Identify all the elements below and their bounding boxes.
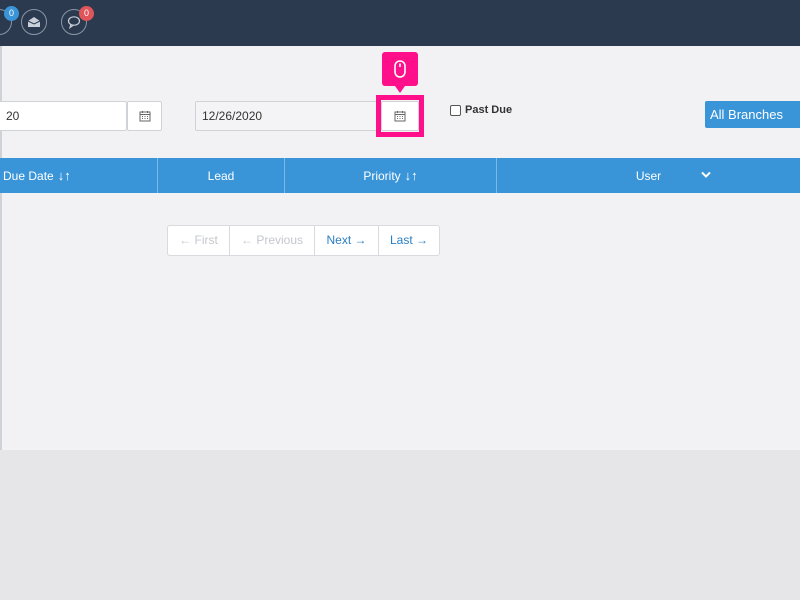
column-user[interactable]: User: [497, 158, 800, 193]
previous-page-button[interactable]: ← Previous: [230, 226, 315, 255]
user-icon[interactable]: 0: [0, 6, 19, 35]
column-priority[interactable]: Priority ↓↑: [285, 158, 497, 193]
click-target-highlight: [376, 95, 424, 137]
chevron-down-icon[interactable]: [701, 171, 711, 179]
inbox-icon[interactable]: [21, 9, 47, 35]
start-date-calendar-button[interactable]: [127, 101, 162, 131]
column-label: Due Date: [3, 168, 54, 183]
branch-select[interactable]: All Branches: [705, 101, 800, 128]
notification-badge: 0: [4, 6, 19, 21]
column-label: Priority: [363, 168, 401, 183]
top-navbar: 0 0: [0, 0, 800, 46]
mouse-click-tooltip: [382, 52, 418, 93]
column-label: Lead: [207, 168, 235, 183]
last-page-button[interactable]: Last →: [379, 226, 439, 255]
past-due-filter[interactable]: Past Due: [450, 104, 512, 116]
column-lead[interactable]: Lead: [158, 158, 285, 193]
mouse-icon: [394, 60, 406, 78]
column-label: User: [635, 168, 662, 183]
column-due-date[interactable]: Due Date ↓↑: [0, 158, 158, 193]
next-page-button[interactable]: Next →: [315, 226, 379, 255]
past-due-label: Past Due: [465, 104, 513, 116]
start-date-input[interactable]: 20: [0, 101, 127, 131]
past-due-checkbox[interactable]: [450, 104, 461, 116]
pagination: ← First ← Previous Next → Last →: [167, 225, 440, 256]
message-badge: 0: [79, 6, 94, 21]
end-date-input[interactable]: 12/26/2020: [195, 101, 381, 131]
inbox-glyph-icon: [27, 17, 41, 27]
calendar-icon: [139, 111, 150, 122]
speech-bubble-icon: [67, 16, 81, 29]
sort-icon[interactable]: ↓↑: [405, 168, 418, 183]
first-page-button[interactable]: ← First: [168, 226, 230, 255]
table-header: Due Date ↓↑ Lead Priority ↓↑ User: [0, 158, 800, 193]
chat-icon[interactable]: 0: [61, 6, 94, 35]
sort-icon[interactable]: ↓↑: [58, 168, 71, 183]
